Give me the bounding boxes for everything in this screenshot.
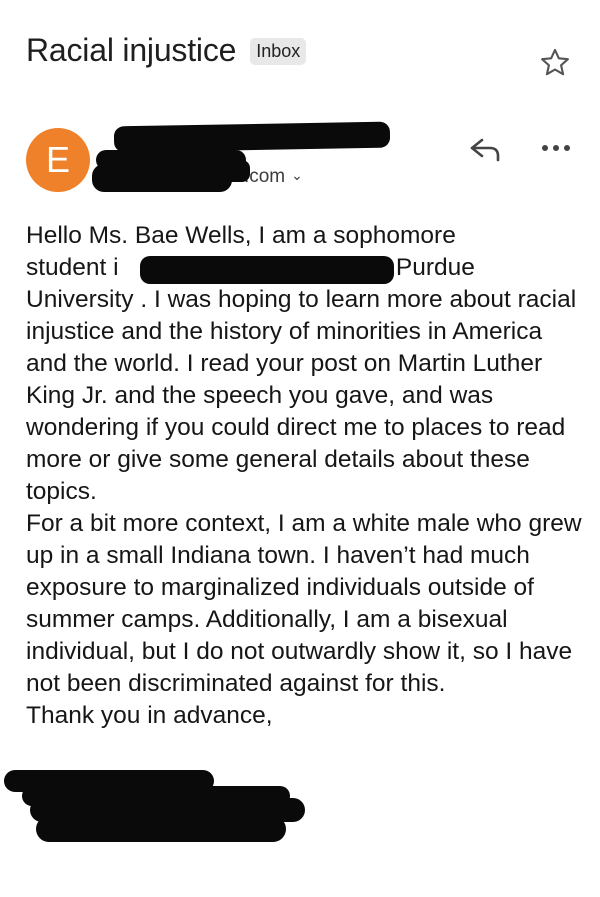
body-greeting: Hello Ms. Bae Wells, I am a sophomore xyxy=(26,222,456,249)
inbox-label-badge[interactable]: Inbox xyxy=(250,38,307,65)
redaction-mark xyxy=(36,816,286,842)
avatar-initial: E xyxy=(45,139,70,180)
redaction-mark xyxy=(180,160,250,182)
star-icon[interactable] xyxy=(538,46,572,80)
more-options-icon[interactable] xyxy=(540,136,572,160)
redaction-mark xyxy=(113,121,391,153)
body-paragraph-2: For a bit more context, I am a white mal… xyxy=(26,510,582,697)
body-closing: Thank you in advance, xyxy=(26,702,273,729)
email-body: Hello Ms. Bae Wells, I am a sophomore st… xyxy=(26,220,586,732)
reply-icon[interactable] xyxy=(466,134,506,164)
body-student-prefix: student i xyxy=(26,254,119,281)
subject-row: Racial injustice Inbox xyxy=(26,32,307,69)
email-subject: Racial injustice xyxy=(26,32,237,68)
sender-avatar[interactable]: E xyxy=(26,128,90,192)
body-paragraph-1: University . I was hoping to learn more … xyxy=(26,286,577,505)
redaction-mark xyxy=(140,256,394,284)
chevron-down-icon[interactable]: ⌄ xyxy=(291,167,303,183)
